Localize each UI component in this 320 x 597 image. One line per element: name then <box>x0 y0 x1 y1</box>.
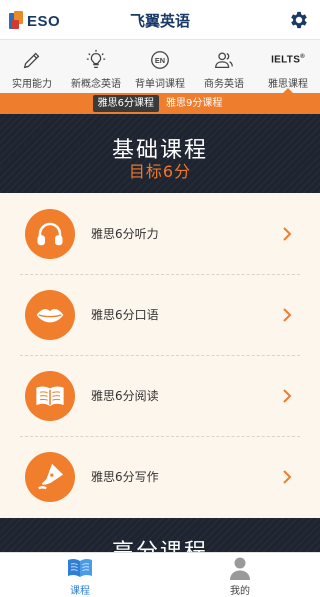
subtab-ielts-6[interactable]: 雅思6分课程 <box>92 95 159 112</box>
course-row-listening[interactable]: 雅思6分听力 <box>0 193 320 274</box>
course-label: 雅思6分听力 <box>91 227 159 241</box>
chevron-right-icon <box>283 307 292 322</box>
section-banner: 基础课程 目标6分 <box>0 114 320 193</box>
tab-ielts[interactable]: IELTS® 雅思课程 <box>256 40 320 94</box>
course-label: 雅思6分口语 <box>91 308 159 322</box>
category-tabs: 实用能力 新概念英语 EN 背单词课程 商务英语 IELTS® 雅思课程 <box>0 40 320 94</box>
tab-vocabulary[interactable]: EN 背单词课程 <box>128 40 192 93</box>
course-row-writing[interactable]: 雅思6分写作 <box>0 436 320 517</box>
book-open-icon <box>68 558 92 577</box>
chevron-right-icon <box>283 388 292 403</box>
ielts-logo-icon: IELTS® <box>271 54 305 66</box>
course-label: 雅思6分阅读 <box>91 389 159 403</box>
app-title: 飞翼英语 <box>129 12 190 30</box>
chevron-right-icon <box>283 226 292 241</box>
nav-label: 课程 <box>70 586 90 597</box>
course-row-speaking[interactable]: 雅思6分口语 <box>0 274 320 355</box>
headphones-icon <box>25 208 75 259</box>
nav-label: 我的 <box>230 586 250 597</box>
tab-label: 商务英语 <box>204 79 244 90</box>
ielts-subtabs: 雅思6分课程 雅思9分课程 <box>0 93 320 114</box>
app-header: ESO 飞翼英语 <box>0 0 320 40</box>
tab-practical-skills[interactable]: 实用能力 <box>0 40 64 93</box>
en-badge-icon: EN <box>149 49 171 71</box>
pencil-icon <box>21 49 43 71</box>
bottom-nav: 课程 我的 <box>0 552 320 597</box>
lips-icon <box>25 289 75 340</box>
chevron-right-icon <box>283 469 292 484</box>
tab-label: 雅思课程 <box>268 79 308 90</box>
subtab-ielts-9[interactable]: 雅思9分课程 <box>161 95 227 112</box>
nav-courses[interactable]: 课程 <box>0 553 160 597</box>
banner-subtitle: 目标6分 <box>128 162 192 181</box>
course-list: 雅思6分听力 雅思6分口语 雅思6分阅读 雅思6分写作 <box>0 193 320 518</box>
course-label: 雅思6分写作 <box>91 470 159 484</box>
svg-text:EN: EN <box>155 56 165 65</box>
person-icon <box>230 557 250 580</box>
tab-new-concept-english[interactable]: 新概念英语 <box>64 40 128 93</box>
book-icon <box>25 370 75 421</box>
course-row-reading[interactable]: 雅思6分阅读 <box>0 355 320 436</box>
gear-icon[interactable] <box>288 9 310 31</box>
nav-me[interactable]: 我的 <box>160 553 320 597</box>
users-icon <box>213 49 235 71</box>
tab-business-english[interactable]: 商务英语 <box>192 40 256 93</box>
lightbulb-icon <box>85 49 107 71</box>
tab-label: 背单词课程 <box>135 79 185 90</box>
tab-label: 新概念英语 <box>71 79 121 90</box>
tab-label: 实用能力 <box>12 79 52 90</box>
pen-nib-icon <box>25 451 75 502</box>
